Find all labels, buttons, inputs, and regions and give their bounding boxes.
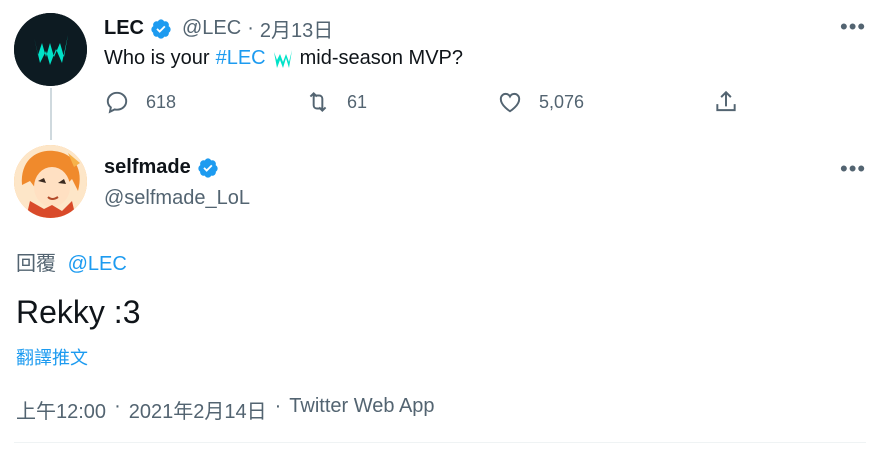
share-action[interactable] [713,89,739,115]
lec-hashflag-icon [273,49,292,68]
reply-more-options-button[interactable]: ••• [840,158,866,180]
thread-connector [50,88,52,140]
retweet-icon [309,91,327,113]
meta-separator: · [274,395,282,417]
tweet-time[interactable]: 上午12:00 [16,395,106,424]
divider [14,442,866,443]
translate-tweet-link[interactable]: 翻譯推文 [16,344,88,370]
reply-author-name[interactable]: selfmade [104,156,191,179]
author-handle[interactable]: @LEC [182,17,241,40]
lec-logo-icon [14,13,87,86]
tweet-date[interactable]: 2月13日 [260,14,333,43]
more-options-button[interactable]: ••• [840,16,866,38]
lec-avatar[interactable] [14,13,87,86]
tweet-source[interactable]: Twitter Web App [289,395,434,424]
replying-to: 回覆 @LEC [16,247,127,276]
tweet-text-before: Who is your [104,47,210,69]
tweet-body: Who is your #LEC mid-season MVP? [104,47,463,70]
reply-text: Rekky :3 [16,294,141,330]
verified-badge-icon [151,18,171,39]
reply-icon [106,91,128,114]
replying-label: 回覆 [16,253,56,275]
meta-separator: · [247,17,254,39]
meta-separator: · [114,395,121,417]
like-count: 5,076 [539,91,585,112]
share-icon [716,90,736,112]
author-name[interactable]: LEC [104,17,144,40]
retweet-action[interactable]: 61 [305,89,367,115]
heart-icon [499,92,521,113]
hashtag-link[interactable]: #LEC [216,47,266,70]
more-horizontal-icon: ••• [840,14,867,39]
replying-to-link[interactable]: @LEC [68,253,127,275]
like-action[interactable]: 5,076 [497,89,584,115]
reply-count: 618 [146,91,177,112]
reply-author-handle[interactable]: @selfmade_LoL [104,187,250,210]
reply-action[interactable]: 618 [104,89,176,115]
tweet-metadata: 上午12:00 · 2021年2月14日 · Twitter Web App [16,395,435,424]
tweet-text-after: mid-season MVP? [299,47,464,69]
retweet-count: 61 [347,91,368,112]
more-horizontal-icon: ••• [840,156,867,181]
selfmade-avatar[interactable] [14,145,87,218]
anime-avatar-icon [14,145,87,218]
verified-badge-icon [198,157,218,178]
tweet-full-date[interactable]: 2021年2月14日 [129,395,267,424]
